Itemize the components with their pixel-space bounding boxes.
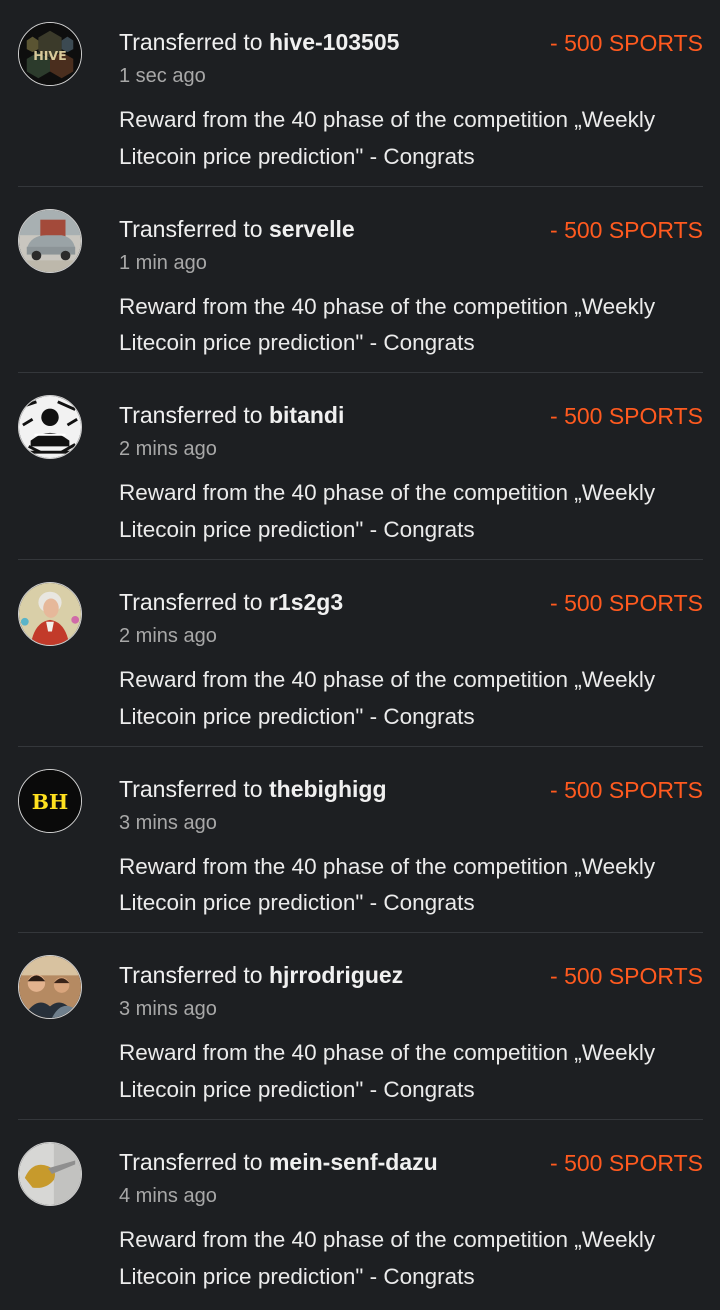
bh-logo-text: BH xyxy=(32,790,68,814)
transfer-amount: - 500 SPORTS xyxy=(550,590,703,617)
transfer-title: Transferred to servelle xyxy=(119,214,355,244)
transfer-title: Transferred to hive-103505 xyxy=(119,27,399,57)
bh-logo-avatar[interactable]: BH xyxy=(18,768,82,833)
transfer-title: Transferred to thebighigg xyxy=(119,774,387,804)
sketch-avatar[interactable] xyxy=(18,395,82,460)
transfer-memo: Reward from the 40 phase of the competit… xyxy=(119,1040,656,1102)
transfer-item[interactable]: Transferred to bitandi - 500 SPORTS 2 mi… xyxy=(18,373,703,561)
transfer-amount: - 500 SPORTS xyxy=(550,776,703,803)
transfer-item[interactable]: BH Transferred to thebighigg - 500 SPORT… xyxy=(18,747,703,934)
transfer-time: 1 min ago xyxy=(119,251,207,274)
recipient-link[interactable]: r1s2g3 xyxy=(269,589,343,615)
transfer-prefix: Transferred to xyxy=(119,962,263,989)
transfer-prefix: Transferred to xyxy=(119,1149,263,1176)
svg-text:HIVE: HIVE xyxy=(33,48,67,63)
transfer-time: 3 mins ago xyxy=(119,998,217,1021)
transfer-title: Transferred to hjrrodriguez xyxy=(119,960,403,990)
transfer-memo: Reward from the 40 phase of the competit… xyxy=(119,107,656,169)
transfer-amount: - 500 SPORTS xyxy=(550,403,703,430)
transfer-prefix: Transferred to xyxy=(119,589,263,616)
transfer-item[interactable]: Transferred to mein-senf-dazu - 500 SPOR… xyxy=(18,1120,703,1307)
transfer-memo: Reward from the 40 phase of the competit… xyxy=(119,853,656,916)
transfer-prefix: Transferred to xyxy=(119,215,263,242)
transfer-time: 4 mins ago xyxy=(119,1185,217,1208)
recipient-link[interactable]: hjrrodriguez xyxy=(269,962,403,988)
recipient-link[interactable]: thebighigg xyxy=(269,776,387,802)
mustard-photo-avatar[interactable] xyxy=(18,1142,82,1207)
transfer-title: Transferred to mein-senf-dazu xyxy=(119,1147,438,1177)
transfer-amount: - 500 SPORTS xyxy=(550,963,703,990)
transfer-time: 1 sec ago xyxy=(119,65,206,87)
group-photo-avatar[interactable] xyxy=(18,955,82,1020)
transfer-prefix: Transferred to xyxy=(119,402,263,429)
hive-logo-avatar[interactable]: HIVE xyxy=(18,22,82,86)
transfer-item[interactable]: Transferred to servelle - 500 SPORTS 1 m… xyxy=(18,187,703,374)
transfer-time: 2 mins ago xyxy=(119,438,217,461)
transfer-amount: - 500 SPORTS xyxy=(550,1150,703,1177)
recipient-link[interactable]: hive-103505 xyxy=(269,29,399,55)
transfer-time: 3 mins ago xyxy=(119,811,217,834)
portrait-avatar[interactable] xyxy=(18,582,82,647)
recipient-link[interactable]: mein-senf-dazu xyxy=(269,1149,438,1175)
recipient-link[interactable]: bitandi xyxy=(269,402,344,428)
transfer-item[interactable]: Transferred to hjrrodriguez - 500 SPORTS… xyxy=(18,933,703,1121)
transfer-title: Transferred to r1s2g3 xyxy=(119,587,343,617)
transfer-list: HIVE Transferred to hive-103505 - 500 SP… xyxy=(0,0,720,1307)
transfer-time: 2 mins ago xyxy=(119,625,217,648)
transfer-item[interactable]: Transferred to r1s2g3 - 500 SPORTS 2 min… xyxy=(18,560,703,747)
car-photo-avatar[interactable] xyxy=(18,208,82,273)
transfer-memo: Reward from the 40 phase of the competit… xyxy=(119,480,656,542)
transfer-item[interactable]: HIVE Transferred to hive-103505 - 500 SP… xyxy=(18,0,703,187)
transfer-memo: Reward from the 40 phase of the competit… xyxy=(119,293,656,356)
transfer-title: Transferred to bitandi xyxy=(119,400,344,430)
transfer-amount: - 500 SPORTS xyxy=(550,30,703,56)
transfer-amount: - 500 SPORTS xyxy=(550,216,703,243)
transfer-prefix: Transferred to xyxy=(119,29,263,55)
transfer-memo: Reward from the 40 phase of the competit… xyxy=(119,1227,656,1289)
transfer-prefix: Transferred to xyxy=(119,775,263,802)
transfer-memo: Reward from the 40 phase of the competit… xyxy=(119,667,656,729)
recipient-link[interactable]: servelle xyxy=(269,216,355,242)
